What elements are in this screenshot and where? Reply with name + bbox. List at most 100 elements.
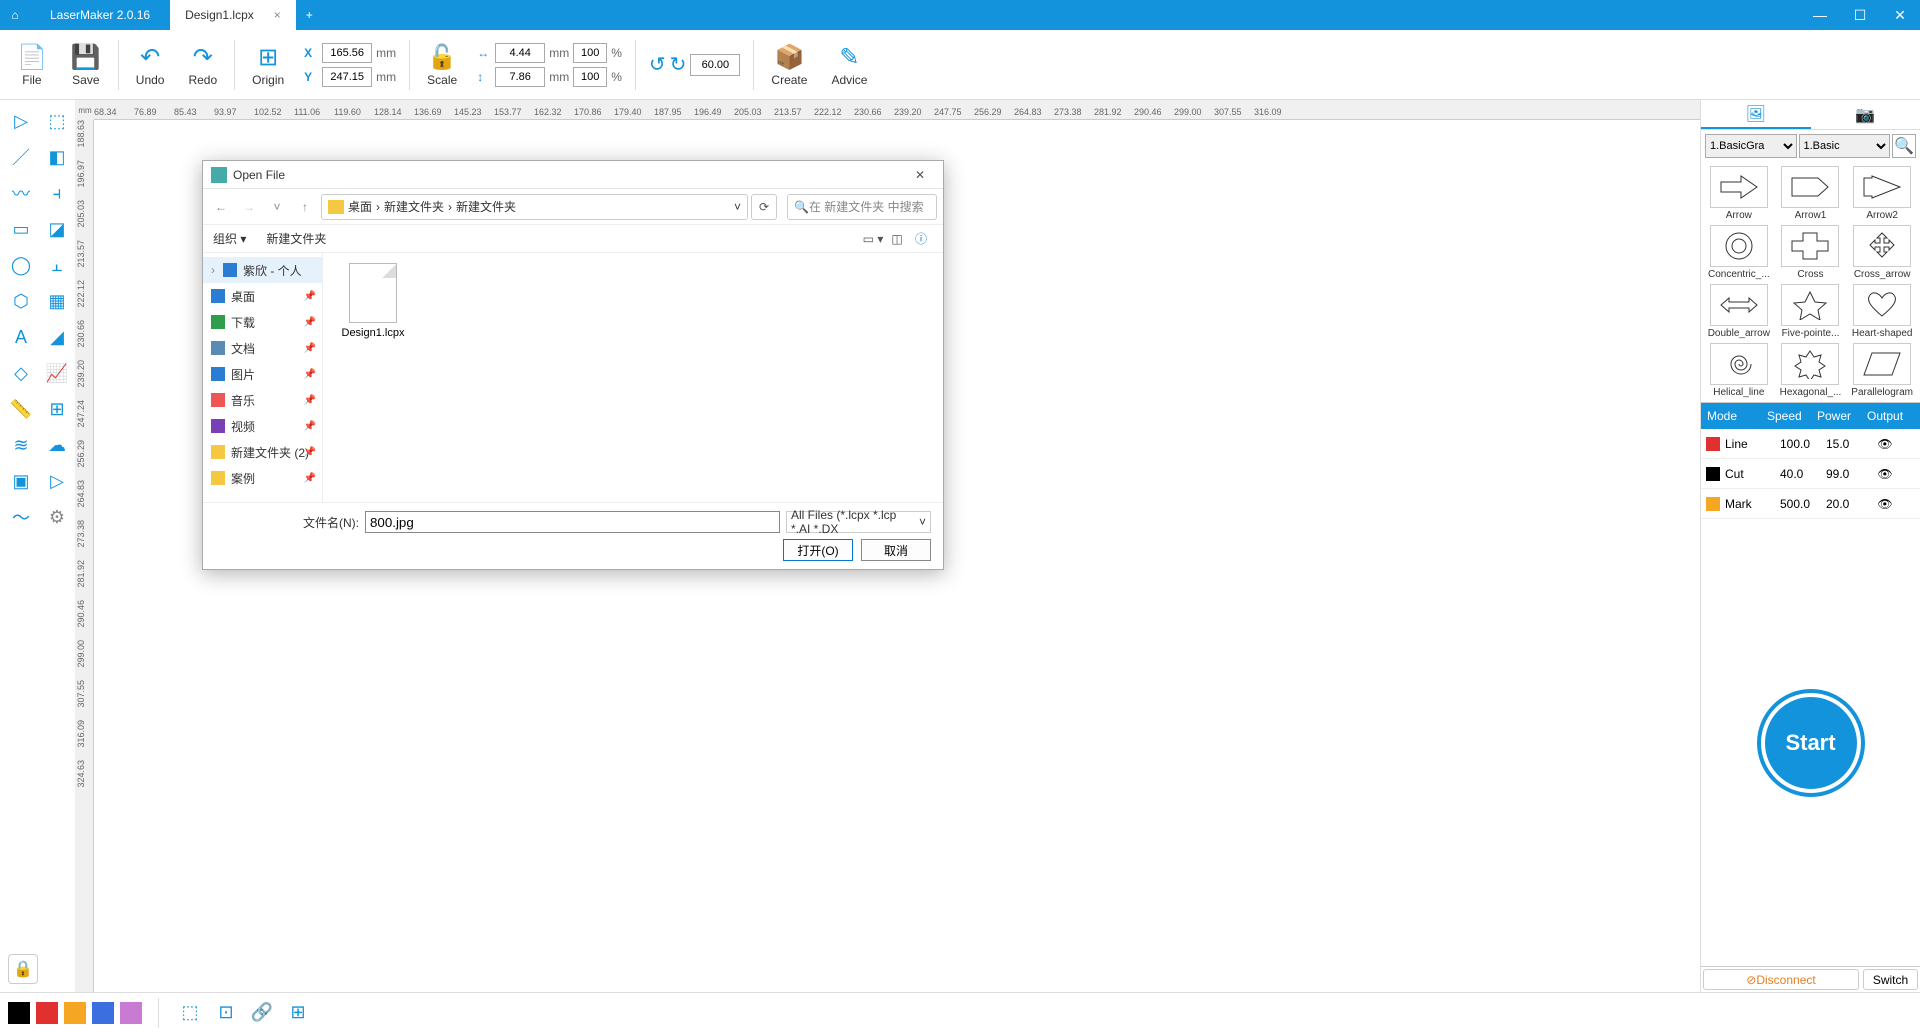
text-tool-icon[interactable]: A [4, 320, 38, 354]
frame-tool-icon[interactable]: ▣ [4, 464, 38, 498]
rect-tool-icon[interactable]: ▭ [4, 212, 38, 246]
lock-button[interactable]: 🔒 [8, 954, 38, 984]
x-input[interactable] [322, 43, 372, 63]
shape-item[interactable]: Cross [1777, 225, 1845, 280]
open-button[interactable]: 打开(O) [783, 539, 853, 561]
close-tab-icon[interactable]: × [274, 8, 281, 22]
sidebar-item[interactable]: 文档📌 [203, 335, 322, 361]
graph-tool-icon[interactable]: 📈 [40, 356, 74, 390]
color-swatch[interactable] [36, 1002, 58, 1024]
width-input[interactable] [495, 43, 545, 63]
sidebar-item[interactable]: 案例📌 [203, 465, 322, 491]
align-left-icon[interactable]: ⫞ [40, 176, 74, 210]
disconnect-button[interactable]: ⊘ Disconnect [1703, 969, 1859, 990]
sidebar-item[interactable]: ›紫欣 - 个人 [203, 257, 322, 283]
visibility-icon[interactable]: 👁 [1870, 437, 1900, 451]
nav-forward-icon[interactable]: → [237, 200, 261, 214]
redo-button[interactable]: ↷Redo [176, 35, 229, 95]
rotate-ccw-icon[interactable]: ↺ [649, 52, 666, 77]
filetype-select[interactable]: All Files (*.lcpx *.lcp *.AI *.DX˅ [786, 511, 931, 533]
width-pct-input[interactable] [573, 43, 607, 63]
shape-item[interactable]: Arrow [1705, 166, 1773, 221]
ellipse-tool-icon[interactable]: ◯ [4, 248, 38, 282]
table-tool-icon[interactable]: ⊞ [40, 392, 74, 426]
nav-back-icon[interactable]: ← [209, 200, 233, 214]
bb-link-icon[interactable]: 🔗 [247, 998, 277, 1028]
layer-row[interactable]: Mark500.020.0👁 [1701, 489, 1920, 519]
shape-item[interactable]: Cross_arrow [1848, 225, 1916, 280]
path-tool-icon[interactable]: ▷ [40, 464, 74, 498]
dialog-file-list[interactable]: Design1.lcpx [323, 253, 943, 502]
maximize-icon[interactable]: ☐ [1840, 7, 1880, 24]
layers-tool-icon[interactable]: ≋ [4, 428, 38, 462]
cancel-button[interactable]: 取消 [861, 539, 931, 561]
rotate-cw-icon[interactable]: ↻ [670, 52, 687, 77]
rotate-input[interactable] [690, 54, 740, 76]
sidebar-item[interactable]: 音乐📌 [203, 387, 322, 413]
file-button[interactable]: 📄File [5, 35, 59, 95]
shape-item[interactable]: Arrow2 [1848, 166, 1916, 221]
line-tool-icon[interactable]: ／ [4, 140, 38, 174]
sidebar-item[interactable]: 视频📌 [203, 413, 322, 439]
undo-button[interactable]: ↶Undo [124, 35, 177, 95]
preview-pane-icon[interactable]: ◫ [885, 232, 909, 246]
color-swatch[interactable] [64, 1002, 86, 1024]
layer-row[interactable]: Cut40.099.0👁 [1701, 459, 1920, 489]
visibility-icon[interactable]: 👁 [1870, 467, 1900, 481]
eraser-tool-icon[interactable]: ◇ [4, 356, 38, 390]
minimize-icon[interactable]: — [1800, 7, 1840, 23]
path-bar[interactable]: 桌面› 新建文件夹› 新建文件夹 ˅ [321, 194, 748, 220]
align-center-icon[interactable]: ⫠ [40, 248, 74, 282]
camera-tab[interactable]: 📷 [1811, 100, 1920, 129]
marquee-tool-icon[interactable]: ⬚ [40, 104, 74, 138]
color-swatch[interactable] [92, 1002, 114, 1024]
save-button[interactable]: 💾Save [59, 35, 113, 95]
bb-crop-icon[interactable]: ⬚ [175, 998, 205, 1028]
rect-fill-icon[interactable]: ◪ [40, 212, 74, 246]
mirror-tool-icon[interactable]: ◢ [40, 320, 74, 354]
origin-button[interactable]: ⊞Origin [240, 35, 296, 95]
dialog-close-icon[interactable]: ✕ [905, 168, 935, 182]
shape-item[interactable]: Helical_line [1705, 343, 1773, 398]
organize-button[interactable]: 组织 ▾ [213, 230, 246, 247]
document-tab[interactable]: Design1.lcpx × [170, 0, 296, 30]
sidebar-item[interactable]: 图片📌 [203, 361, 322, 387]
shape-item[interactable]: Parallelogram [1848, 343, 1916, 398]
height-pct-input[interactable] [573, 67, 607, 87]
shapes-tab[interactable]: 🖼 [1701, 100, 1811, 129]
grid-tool-icon[interactable]: ▦ [40, 284, 74, 318]
curve-tool-icon[interactable]: 〰 [4, 176, 38, 210]
bb-focus-icon[interactable]: ⊡ [211, 998, 241, 1028]
height-input[interactable] [495, 67, 545, 87]
shape-item[interactable]: Hexagonal_... [1777, 343, 1845, 398]
wave-tool-icon[interactable]: 〜 [4, 500, 38, 534]
polygon-tool-icon[interactable]: ⬡ [4, 284, 38, 318]
sidebar-item[interactable]: 桌面📌 [203, 283, 322, 309]
refresh-icon[interactable]: ⟳ [751, 194, 777, 220]
view-mode-icon[interactable]: ▭ ▾ [861, 232, 885, 246]
dialog-search[interactable]: 🔍 在 新建文件夹 中搜索 [787, 194, 937, 220]
color-swatch[interactable] [120, 1002, 142, 1024]
fill-tool-icon[interactable]: ◧ [40, 140, 74, 174]
settings-tool-icon[interactable]: ⚙ [40, 500, 74, 534]
shape-item[interactable]: Arrow1 [1777, 166, 1845, 221]
home-icon[interactable]: ⌂ [0, 8, 30, 22]
sidebar-item[interactable]: 新建文件夹 (2)📌 [203, 439, 322, 465]
shape-item[interactable]: Heart-shaped [1848, 284, 1916, 339]
sidebar-item[interactable]: 下载📌 [203, 309, 322, 335]
layer-row[interactable]: Line100.015.0👁 [1701, 429, 1920, 459]
nav-up-icon[interactable]: ↑ [293, 200, 317, 214]
filename-input[interactable] [365, 511, 780, 533]
advice-button[interactable]: ✎Advice [819, 35, 879, 95]
shape-search-icon[interactable]: 🔍 [1892, 134, 1916, 158]
shape-item[interactable]: Five-pointe... [1777, 284, 1845, 339]
select-tool-icon[interactable]: ▷ [4, 104, 38, 138]
subcategory-select[interactable]: 1.Basic [1799, 134, 1891, 158]
start-button[interactable]: Start [1761, 693, 1861, 793]
nav-recent-icon[interactable]: ˅ [265, 200, 289, 214]
scale-button[interactable]: 🔓Scale [415, 35, 469, 95]
color-swatch[interactable] [8, 1002, 30, 1024]
switch-button[interactable]: Switch [1863, 969, 1918, 990]
ruler-tool-icon[interactable]: 📏 [4, 392, 38, 426]
path-dropdown-icon[interactable]: ˅ [734, 200, 741, 214]
